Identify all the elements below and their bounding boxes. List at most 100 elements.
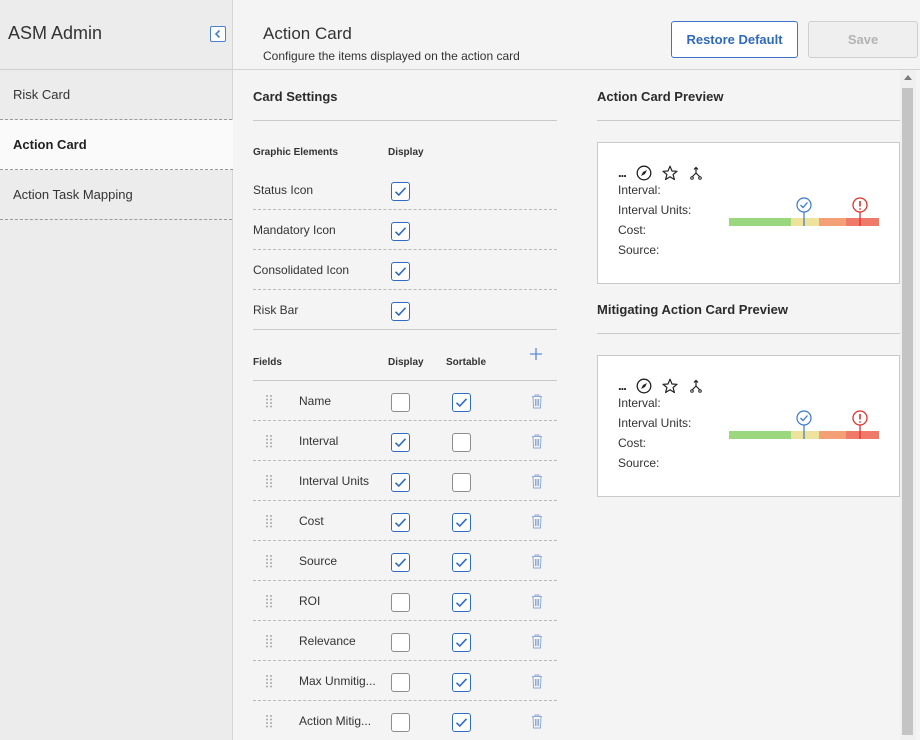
action-card-preview: ... Interval: Interval Units: Cost: Source:	[597, 142, 900, 284]
field-label: ROI	[299, 594, 321, 608]
field-display-checkbox[interactable]	[391, 593, 410, 612]
chevron-left-icon	[214, 29, 221, 39]
mitigated-risk-marker-icon	[796, 410, 812, 439]
preview-field-label: Cost:	[618, 436, 647, 450]
field-row: Source	[253, 541, 557, 581]
display-checkbox[interactable]	[391, 222, 410, 241]
field-row: Cost	[253, 501, 557, 541]
checkmark-icon	[394, 187, 407, 197]
drag-handle-icon[interactable]	[265, 514, 273, 528]
page-subtitle: Configure the items displayed on the act…	[263, 49, 520, 63]
field-row: Action Mitig...	[253, 701, 557, 740]
trash-icon[interactable]	[530, 433, 544, 449]
risk-bar-segment	[729, 431, 791, 439]
preview-field-label: Interval Units:	[618, 416, 692, 430]
restore-default-button[interactable]: Restore Default	[671, 21, 798, 58]
graphic-elements-header: Graphic Elements	[253, 147, 339, 158]
sidebar-item-label: Risk Card	[13, 87, 71, 102]
field-sortable-checkbox[interactable]	[452, 433, 471, 452]
graphic-element-label: Consolidated Icon	[253, 263, 350, 277]
preview-title: Action Card Preview	[597, 89, 724, 104]
field-sortable-checkbox[interactable]	[452, 393, 471, 412]
checkmark-icon	[455, 678, 468, 688]
field-sortable-checkbox[interactable]	[452, 633, 471, 652]
field-sortable-checkbox[interactable]	[452, 553, 471, 572]
risk-bar-segment	[819, 218, 846, 226]
trash-icon[interactable]	[530, 553, 544, 569]
divider	[597, 120, 900, 121]
sidebar-item-label: Action Card	[13, 137, 87, 152]
trash-icon[interactable]	[530, 513, 544, 529]
checkmark-icon	[455, 558, 468, 568]
save-button[interactable]: Save	[808, 21, 918, 58]
checkmark-icon	[394, 438, 407, 448]
sidebar-item-action-task-mapping[interactable]: Action Task Mapping	[0, 170, 232, 220]
drag-handle-icon[interactable]	[265, 434, 273, 448]
display-checkbox[interactable]	[391, 302, 410, 321]
field-display-checkbox[interactable]	[391, 553, 410, 572]
field-sortable-checkbox[interactable]	[452, 513, 471, 532]
trash-icon[interactable]	[530, 633, 544, 649]
drag-handle-icon[interactable]	[265, 594, 273, 608]
field-display-checkbox[interactable]	[391, 393, 410, 412]
graphic-element-row: Risk Bar	[253, 290, 557, 330]
field-display-checkbox[interactable]	[391, 433, 410, 452]
field-sortable-checkbox[interactable]	[452, 473, 471, 492]
sidebar-item-label: Action Task Mapping	[13, 187, 133, 202]
action-card-preview: ... Interval: Interval Units: Cost: Source:	[597, 355, 900, 497]
trash-icon[interactable]	[530, 393, 544, 409]
field-display-checkbox[interactable]	[391, 513, 410, 532]
card-icons: ...	[618, 378, 714, 394]
risk-bar-segment	[819, 431, 846, 439]
checkmark-icon	[394, 307, 407, 317]
scrollbar-thumb[interactable]	[902, 88, 913, 735]
field-sortable-checkbox[interactable]	[452, 593, 471, 612]
collapse-sidebar-button[interactable]	[210, 26, 226, 42]
sidebar-item-risk-card[interactable]: Risk Card	[0, 70, 232, 120]
field-display-checkbox[interactable]	[391, 673, 410, 692]
main-panel: Action Card Configure the items displaye…	[233, 0, 920, 740]
field-display-checkbox[interactable]	[391, 473, 410, 492]
compass-icon	[636, 378, 652, 394]
trash-icon[interactable]	[530, 673, 544, 689]
drag-handle-icon[interactable]	[265, 474, 273, 488]
field-sortable-checkbox[interactable]	[452, 673, 471, 692]
graphic-element-label: Status Icon	[253, 183, 314, 197]
scroll-up-arrow-icon[interactable]	[904, 75, 912, 80]
sidebar-header: ASM Admin	[0, 0, 232, 70]
field-display-checkbox[interactable]	[391, 633, 410, 652]
drag-handle-icon[interactable]	[265, 634, 273, 648]
drag-handle-icon[interactable]	[265, 554, 273, 568]
preview-title: Mitigating Action Card Preview	[597, 302, 788, 317]
fields-header: Fields	[253, 357, 282, 368]
field-label: Interval Units	[299, 474, 370, 488]
page-header: Action Card Configure the items displaye…	[233, 0, 920, 70]
trash-icon[interactable]	[530, 713, 544, 729]
trash-icon[interactable]	[530, 593, 544, 609]
field-label: Cost	[299, 514, 324, 528]
divider	[597, 333, 900, 334]
card-settings-title: Card Settings	[253, 89, 338, 104]
sidebar-item-action-card[interactable]: Action Card	[0, 120, 233, 170]
field-row: Name	[253, 381, 557, 421]
field-display-checkbox[interactable]	[391, 713, 410, 732]
drag-handle-icon[interactable]	[265, 674, 273, 688]
display-checkbox[interactable]	[391, 262, 410, 281]
trash-icon[interactable]	[530, 473, 544, 489]
display-checkbox[interactable]	[391, 182, 410, 201]
checkmark-icon	[394, 518, 407, 528]
preview-field-label: Source:	[618, 243, 660, 257]
scrollbar[interactable]	[900, 70, 916, 740]
preview-field-label: Interval:	[618, 396, 661, 410]
more-icon: ...	[618, 378, 627, 393]
field-label: Name	[299, 394, 332, 408]
add-field-icon[interactable]	[529, 347, 543, 361]
divider	[253, 120, 557, 121]
field-sortable-checkbox[interactable]	[452, 713, 471, 732]
drag-handle-icon[interactable]	[265, 394, 273, 408]
star-icon	[662, 378, 678, 394]
field-row: Interval Units	[253, 461, 557, 501]
more-icon: ...	[618, 165, 627, 180]
checkmark-icon	[394, 558, 407, 568]
drag-handle-icon[interactable]	[265, 714, 273, 728]
